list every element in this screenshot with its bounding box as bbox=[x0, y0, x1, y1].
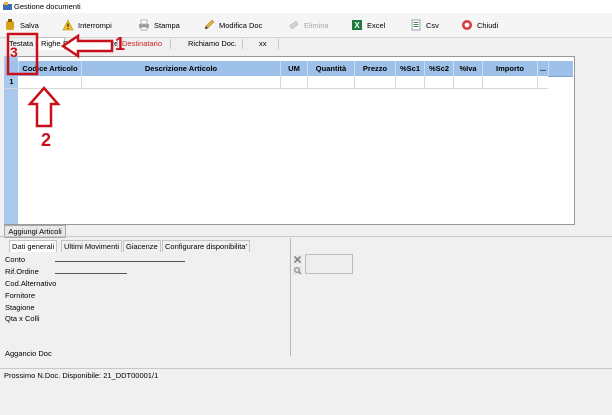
save-button[interactable]: Salva bbox=[4, 17, 39, 33]
interrupt-label: Interrompi bbox=[78, 20, 112, 30]
app-icon bbox=[3, 2, 12, 10]
col-sc1[interactable]: %Sc1 bbox=[396, 61, 425, 76]
annotation-number-1: 1 bbox=[115, 34, 126, 54]
row-number: 1 bbox=[5, 76, 18, 88]
save-label: Salva bbox=[20, 20, 39, 30]
col-sc2[interactable]: %Sc2 bbox=[425, 61, 454, 76]
excel-icon: X bbox=[352, 20, 362, 30]
tab-separator bbox=[278, 39, 279, 49]
close-button[interactable]: Chiudi bbox=[461, 17, 498, 33]
grid-cell[interactable] bbox=[308, 76, 355, 88]
col-descrizione-articolo[interactable]: Descrizione Articolo bbox=[82, 61, 281, 76]
toolbar: Salva Interrompi Stampa Modifica Doc Eli… bbox=[0, 13, 612, 38]
col-iva[interactable]: %Iva bbox=[454, 61, 483, 76]
close-label: Chiudi bbox=[477, 20, 499, 30]
print-button[interactable]: Stampa bbox=[138, 17, 180, 33]
image-preview-box bbox=[305, 254, 353, 274]
warning-icon bbox=[62, 19, 74, 31]
col-prezzo[interactable]: Prezzo bbox=[355, 61, 396, 76]
subtab-ultimi-movimenti[interactable]: Ultimi Movimenti bbox=[61, 240, 123, 252]
detail-panel bbox=[3, 238, 291, 356]
document-tabs: Testata Righe Dati Scadenze Destinatario… bbox=[0, 37, 612, 51]
annotation-number-3: 3 bbox=[10, 44, 18, 60]
col-quantita[interactable]: Quantità bbox=[308, 61, 355, 76]
pencil-icon bbox=[204, 19, 215, 30]
grid-cell[interactable] bbox=[82, 76, 281, 88]
rif-ordine-field[interactable] bbox=[55, 273, 127, 274]
title-bar bbox=[0, 0, 612, 13]
tab-separator bbox=[80, 39, 81, 49]
tab-xx[interactable]: xx bbox=[256, 38, 270, 50]
field-label-aggancio-doc: Aggancio Doc bbox=[5, 349, 52, 358]
field-label-fornitore: Fornitore bbox=[5, 291, 36, 300]
annotation-number-2: 2 bbox=[41, 130, 52, 150]
save-icon bbox=[6, 19, 14, 30]
field-label-rif-ordine: Rif.Ordine bbox=[5, 267, 39, 276]
table-row[interactable] bbox=[5, 76, 548, 89]
grid-header: Codice Articolo Descrizione Articolo UM … bbox=[5, 61, 573, 77]
grid-cell[interactable] bbox=[355, 76, 396, 88]
field-label-stagione: Stagione bbox=[5, 303, 35, 312]
close-icon bbox=[462, 20, 472, 30]
field-label-conto: Conto bbox=[5, 255, 26, 264]
conto-field[interactable] bbox=[55, 261, 185, 262]
tab-destinatario[interactable]: Destinatario bbox=[119, 38, 165, 50]
status-text: Prossimo N.Doc. Disponibile: 21_DDT00001… bbox=[4, 371, 159, 380]
print-icon bbox=[139, 19, 149, 31]
grid-cell[interactable] bbox=[19, 76, 82, 88]
csv-icon bbox=[411, 19, 421, 31]
csv-label: Csv bbox=[426, 20, 439, 30]
col-um[interactable]: UM bbox=[281, 61, 308, 76]
subtab-giacenze[interactable]: Giacenze bbox=[123, 240, 161, 252]
field-label-qta-colli: Qta x Colli bbox=[5, 314, 40, 323]
col-codice-articolo[interactable]: Codice Articolo bbox=[19, 61, 82, 76]
subtab-dati-generali[interactable]: Dati generali bbox=[9, 240, 58, 252]
grid-corner bbox=[5, 61, 19, 76]
detail-tabs: Dati generali Ultimi Movimenti Giacenze … bbox=[6, 240, 290, 252]
tab-dati[interactable]: Dati bbox=[60, 38, 79, 50]
edit-doc-button[interactable]: Modifica Doc bbox=[203, 17, 262, 33]
subtab-configurare-disponibilita[interactable]: Configurare disponibilita' bbox=[162, 240, 250, 252]
edit-doc-label: Modifica Doc bbox=[219, 20, 263, 30]
svg-text:X: X bbox=[354, 21, 360, 30]
divider bbox=[0, 236, 612, 237]
eraser-icon bbox=[289, 21, 299, 29]
excel-label: Excel bbox=[367, 20, 386, 30]
tab-separator bbox=[242, 39, 243, 49]
excel-button[interactable]: X Excel bbox=[351, 17, 385, 33]
grid-cell[interactable] bbox=[454, 76, 483, 88]
print-label: Stampa bbox=[154, 20, 180, 30]
tab-separator bbox=[170, 39, 171, 49]
field-label-cod-alternativo: Cod.Alternativo bbox=[5, 279, 57, 288]
zoom-icon[interactable] bbox=[293, 266, 302, 275]
grid-cell[interactable] bbox=[281, 76, 308, 88]
delete-label: Elimina bbox=[304, 20, 329, 30]
tab-richiamo-doc[interactable]: Richiamo Doc. bbox=[185, 38, 240, 50]
interrupt-button[interactable]: Interrompi bbox=[62, 17, 112, 33]
csv-button[interactable]: Csv bbox=[410, 17, 439, 33]
clear-icon[interactable] bbox=[293, 255, 302, 264]
col-more[interactable]: ... bbox=[538, 61, 549, 76]
window-title: Gestione documenti bbox=[14, 2, 81, 11]
grid-cell[interactable] bbox=[425, 76, 454, 88]
delete-button[interactable]: Elimina bbox=[288, 17, 329, 33]
grid-cell[interactable] bbox=[396, 76, 425, 88]
grid-cell[interactable] bbox=[483, 76, 538, 88]
col-importo[interactable]: Importo bbox=[483, 61, 538, 76]
